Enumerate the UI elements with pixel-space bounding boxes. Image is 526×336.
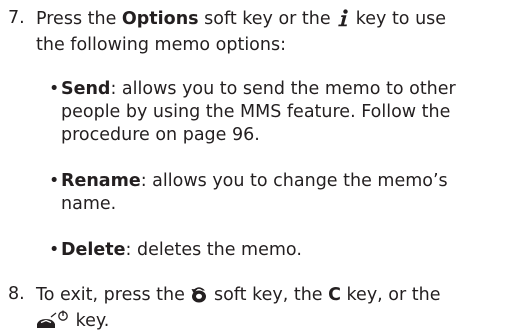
bullet-dot: • <box>49 79 60 99</box>
manual-page: 7. Press the Options soft key or the key… <box>0 0 526 331</box>
c-key-label: C <box>328 285 341 305</box>
step-8-line-1: To exit, press the soft key, the C key, … <box>36 284 518 310</box>
step-7-line-1: Press the Options soft key or the key to… <box>36 8 518 34</box>
bullet-send: • Send: allows you to send the memo to o… <box>49 79 456 145</box>
bullet-rename: • Rename: allows you to change the memo’… <box>49 171 448 214</box>
bullet-term-delete: Delete <box>61 240 126 260</box>
step-8-line-2: key. <box>36 310 518 336</box>
step-number: 8. <box>8 284 25 304</box>
step-8: 8. To exit, press the soft key, the C ke… <box>8 284 518 336</box>
step-7-line-2: the following memo options: <box>36 35 286 55</box>
back-arrow-icon <box>190 284 208 310</box>
options-soft-key-label: Options <box>121 9 199 29</box>
step-7: 7. Press the Options soft key or the key… <box>8 8 518 57</box>
bullet-term-send: Send <box>61 79 111 99</box>
bullet-term-rename: Rename <box>61 171 141 191</box>
bullet-delete: • Delete: deletes the memo. <box>49 240 302 260</box>
step-7-text: Press the Options soft key or the key to… <box>36 8 518 57</box>
info-i-key-icon <box>336 9 350 34</box>
step-number: 7. <box>8 8 25 28</box>
step-8-text: To exit, press the soft key, the C key, … <box>36 284 518 336</box>
bullet-dot: • <box>49 240 60 260</box>
bullet-dot: • <box>49 171 60 191</box>
end-power-key-icon <box>36 310 70 336</box>
